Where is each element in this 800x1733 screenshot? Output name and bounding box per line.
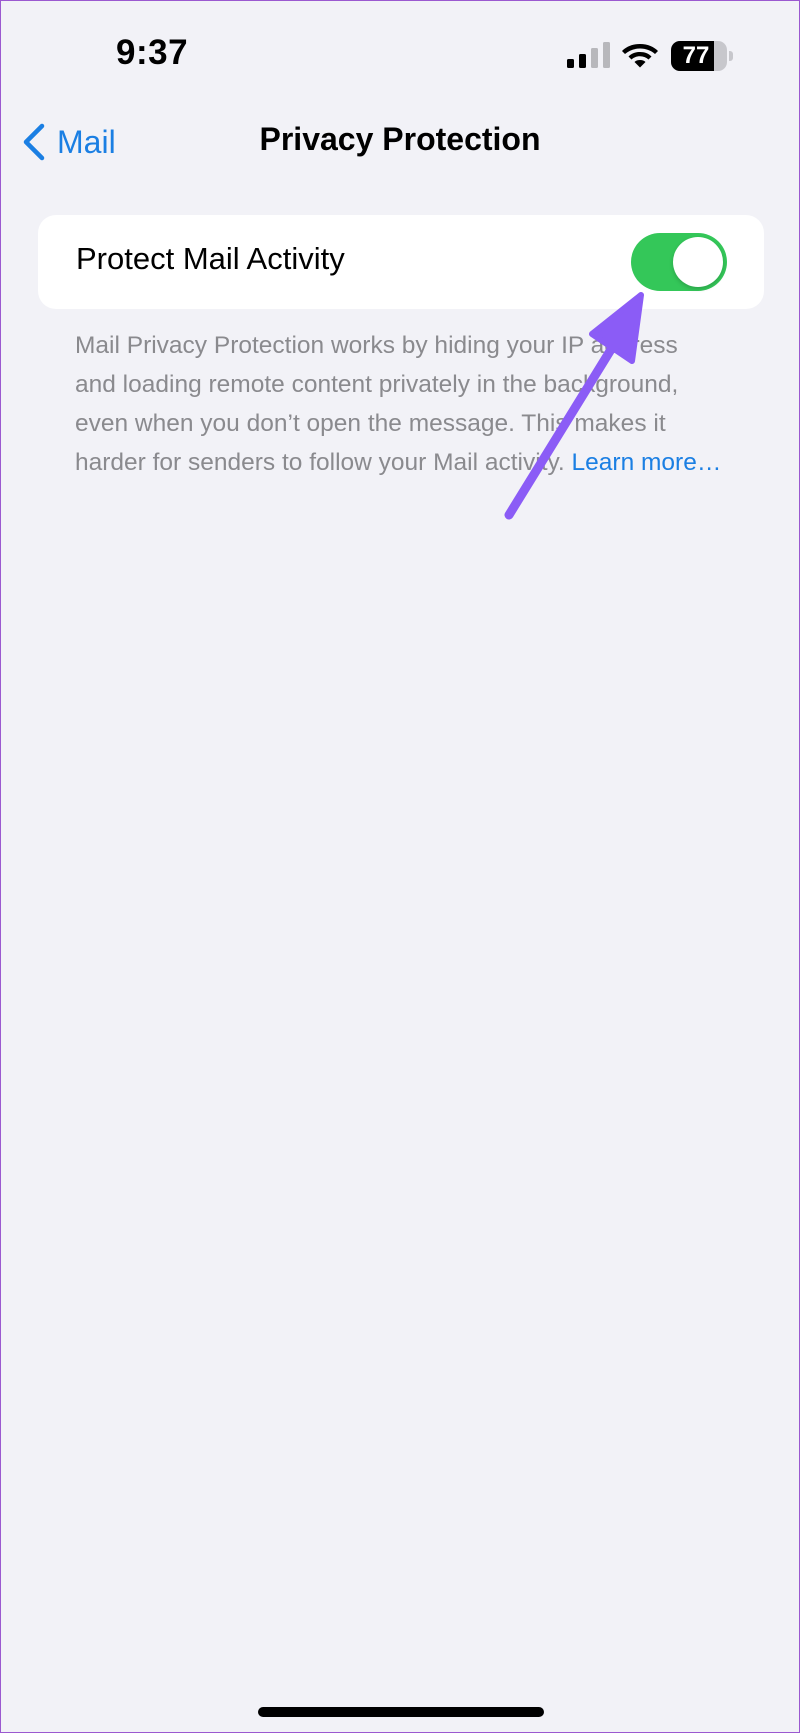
- battery-icon: 77: [671, 41, 733, 71]
- battery-level: 77: [682, 42, 710, 69]
- settings-group: Protect Mail Activity: [38, 215, 764, 309]
- privacy-description: Mail Privacy Protection works by hiding …: [75, 326, 725, 482]
- protect-mail-activity-label: Protect Mail Activity: [76, 241, 345, 276]
- cellular-signal-icon: [567, 42, 610, 68]
- page-title: Privacy Protection: [259, 121, 541, 157]
- wifi-icon: [622, 44, 658, 68]
- protect-mail-activity-toggle[interactable]: [631, 233, 727, 291]
- battery-cap: [729, 51, 733, 61]
- battery-body: 77: [671, 41, 727, 71]
- toggle-knob: [673, 237, 723, 287]
- learn-more-link[interactable]: Learn more…: [572, 449, 722, 476]
- navigation-bar: Mail Privacy Protection: [1, 101, 799, 181]
- home-indicator: [258, 1707, 544, 1717]
- status-time: 9:37: [116, 33, 189, 72]
- status-bar: 9:37 77: [1, 1, 799, 101]
